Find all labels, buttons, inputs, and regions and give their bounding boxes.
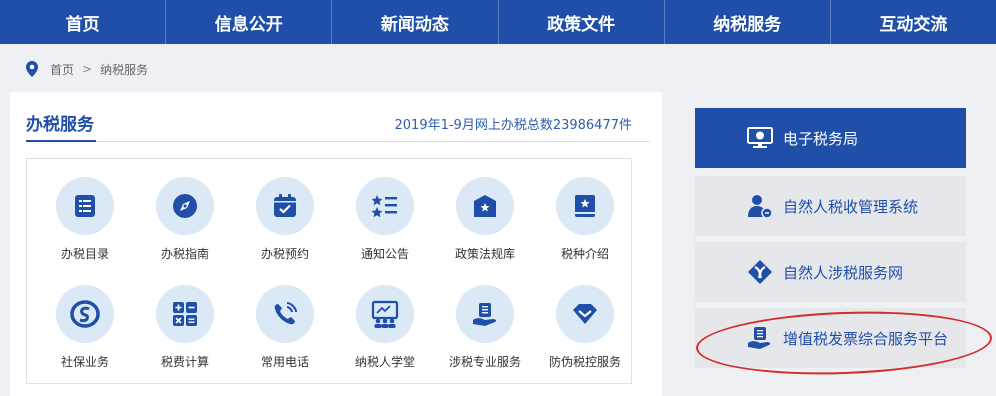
service-label: 税费计算 bbox=[160, 355, 209, 369]
service-network-icon bbox=[747, 259, 773, 285]
notice-list-icon bbox=[356, 177, 414, 235]
service-item-professional-service[interactable]: 涉税专业服务 bbox=[435, 285, 535, 370]
service-label: 政策法规库 bbox=[454, 247, 515, 261]
link-label: 自然人税收管理系统 bbox=[783, 197, 919, 216]
service-item-taxpayer-school[interactable]: 纳税人学堂 bbox=[335, 285, 435, 370]
link-label: 电子税务局 bbox=[783, 129, 859, 148]
breadcrumb-home[interactable]: 首页 bbox=[50, 61, 74, 78]
law-library-icon bbox=[456, 177, 514, 235]
nav-item-news[interactable]: 新闻动态 bbox=[331, 0, 497, 44]
service-label: 常用电话 bbox=[260, 355, 309, 369]
person-tax-icon bbox=[747, 193, 773, 219]
service-item-social-security[interactable]: 社保业务 bbox=[35, 285, 135, 370]
book-icon bbox=[556, 177, 614, 235]
nav-item-home[interactable]: 首页 bbox=[0, 0, 165, 44]
service-item-tax-catalog[interactable]: 办税目录 bbox=[35, 177, 135, 262]
breadcrumb-current: 纳税服务 bbox=[100, 62, 149, 77]
service-item-tax-guide[interactable]: 办税指南 bbox=[135, 177, 235, 262]
nav-item-policy[interactable]: 政策文件 bbox=[497, 0, 664, 44]
link-natural-person-tax-system[interactable]: 自然人税收管理系统 bbox=[695, 176, 966, 236]
classroom-icon bbox=[356, 285, 414, 343]
section-divider bbox=[26, 141, 650, 142]
location-pin-icon bbox=[26, 61, 38, 77]
social-security-icon bbox=[56, 285, 114, 343]
link-e-tax-bureau[interactable]: 电子税务局 bbox=[695, 108, 966, 168]
service-item-tax-calculator[interactable]: 税费计算 bbox=[135, 285, 235, 370]
service-item-tax-appointment[interactable]: 办税预约 bbox=[235, 177, 335, 262]
section-title: 办税服务 bbox=[26, 115, 94, 135]
calendar-check-icon bbox=[256, 177, 314, 235]
professional-service-icon bbox=[456, 285, 514, 343]
service-label: 涉税专业服务 bbox=[448, 355, 521, 369]
service-label: 通知公告 bbox=[360, 247, 409, 261]
service-label: 社保业务 bbox=[60, 355, 109, 369]
service-label: 办税预约 bbox=[260, 247, 309, 261]
breadcrumb-separator: > bbox=[82, 62, 93, 76]
calculator-icon bbox=[156, 285, 214, 343]
top-nav: 首页 信息公开 新闻动态 政策文件 纳税服务 互动交流 bbox=[0, 0, 996, 44]
link-natural-person-service-network[interactable]: 自然人涉税服务网 bbox=[695, 242, 966, 302]
section-title-underline bbox=[26, 140, 96, 142]
service-label: 办税目录 bbox=[60, 247, 109, 261]
nav-item-interaction[interactable]: 互动交流 bbox=[829, 0, 996, 44]
breadcrumb: 首页 > 纳税服务 bbox=[26, 60, 148, 78]
list-icon bbox=[56, 177, 114, 235]
online-tax-count: 2019年1-9月网上办税总数23986477件 bbox=[394, 118, 633, 133]
service-item-policy-library[interactable]: 政策法规库 bbox=[435, 177, 535, 262]
service-item-common-phone[interactable]: 常用电话 bbox=[235, 285, 335, 370]
link-label: 自然人涉税服务网 bbox=[783, 263, 904, 282]
service-label: 防伪税控服务 bbox=[548, 355, 621, 369]
service-item-anti-counterfeit[interactable]: 防伪税控服务 bbox=[535, 285, 635, 370]
service-label: 税种介绍 bbox=[560, 247, 609, 261]
nav-item-info-disclosure[interactable]: 信息公开 bbox=[165, 0, 331, 44]
nav-item-tax-service[interactable]: 纳税服务 bbox=[663, 0, 830, 44]
service-item-tax-types[interactable]: 税种介绍 bbox=[535, 177, 635, 262]
service-item-notices[interactable]: 通知公告 bbox=[335, 177, 435, 262]
service-grid: 办税目录 办税指南 办税预约 通知公告 政策法规库 税种介绍 社保业务 税费计算… bbox=[26, 158, 632, 384]
tax-service-panel: 办税服务 2019年1-9月网上办税总数23986477件 办税目录 办税指南 … bbox=[10, 92, 662, 396]
compass-icon bbox=[156, 177, 214, 235]
monitor-icon bbox=[747, 125, 773, 151]
service-label: 纳税人学堂 bbox=[354, 355, 415, 369]
diamond-icon bbox=[556, 285, 614, 343]
service-label: 办税指南 bbox=[160, 247, 209, 261]
phone-icon bbox=[256, 285, 314, 343]
